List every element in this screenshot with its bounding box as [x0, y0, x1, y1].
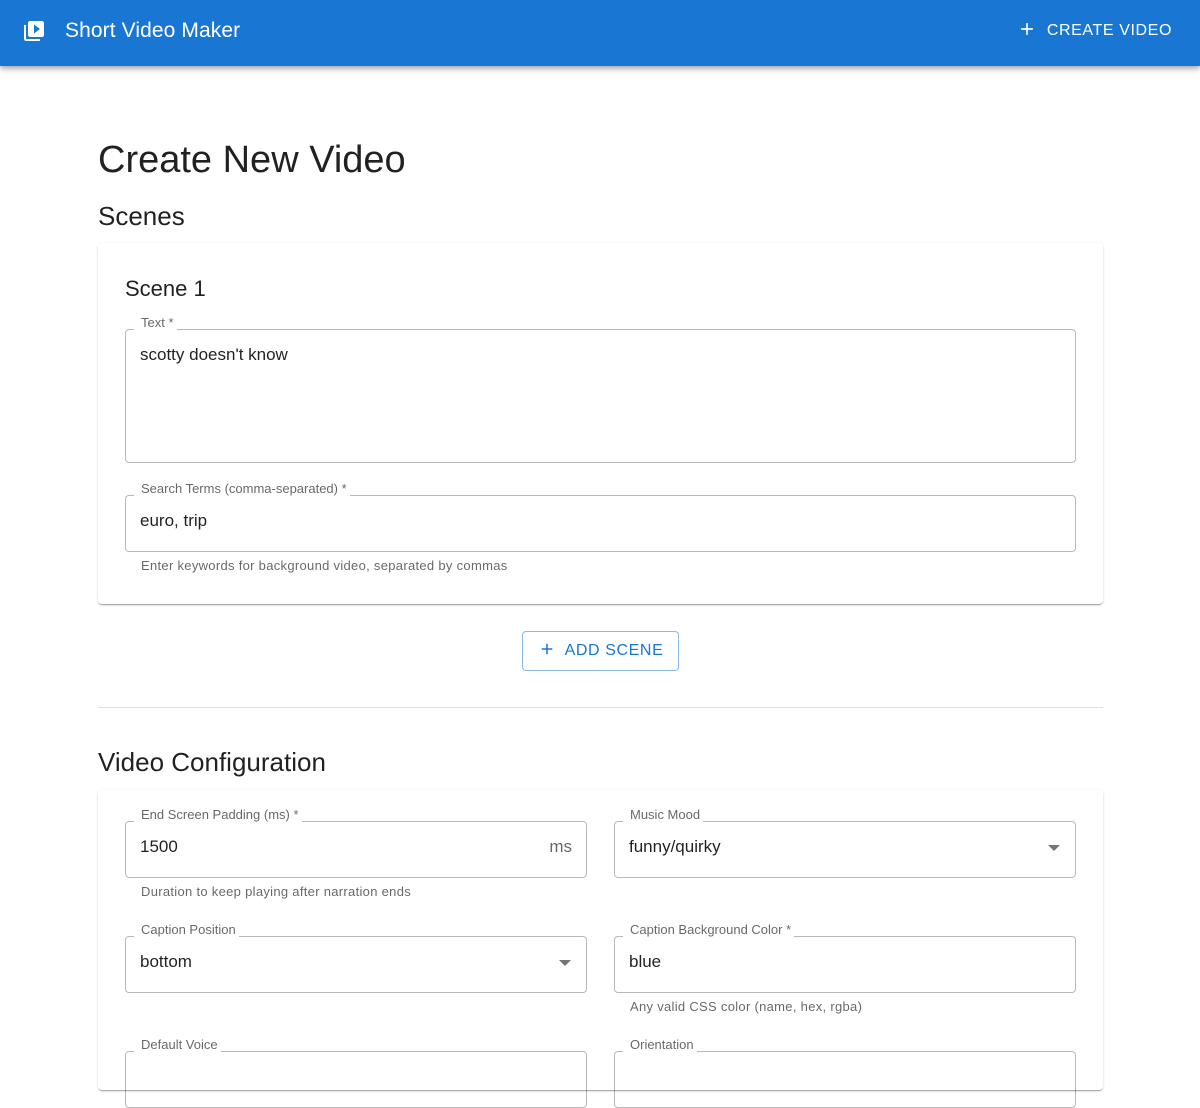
search-terms-field[interactable]: Search Terms (comma-separated) * Search …	[125, 481, 1076, 552]
add-scene-button[interactable]: ADD SCENE	[522, 631, 679, 671]
chevron-down-icon[interactable]	[559, 960, 571, 966]
scene-text-label: Text *	[139, 315, 176, 331]
field-outline: End Screen Padding (ms) *	[125, 816, 587, 878]
field-outline: Caption Background Color *	[614, 931, 1076, 993]
default-voice-select[interactable]: Default Voice Default Voice	[125, 1037, 587, 1108]
scene-card: Scene 1 Text * Text * scotty doesn't kno…	[98, 243, 1103, 604]
music-mood-label: Music Mood	[628, 807, 703, 823]
create-video-button[interactable]: CREATE VIDEO	[1005, 12, 1184, 50]
search-terms-input[interactable]: euro, trip	[140, 509, 207, 533]
video-library-icon	[22, 19, 46, 43]
end-padding-input[interactable]: 1500	[140, 835, 178, 859]
app-title: Short Video Maker	[65, 19, 241, 42]
plus-icon	[538, 640, 556, 663]
search-terms-label: Search Terms (comma-separated) *	[139, 481, 349, 497]
end-padding-label: End Screen Padding (ms) *	[139, 807, 301, 823]
end-padding-field[interactable]: End Screen Padding (ms) * End Screen Pad…	[125, 807, 587, 878]
orientation-select[interactable]: Orientation Orientation	[614, 1037, 1076, 1108]
orientation-label: Orientation	[628, 1037, 696, 1053]
default-voice-label: Default Voice	[139, 1037, 220, 1053]
chevron-down-icon[interactable]	[1048, 845, 1060, 851]
scene-title: Scene 1	[125, 276, 206, 301]
video-config-card: End Screen Padding (ms) * End Screen Pad…	[98, 790, 1103, 1108]
add-scene-label: ADD SCENE	[564, 642, 664, 659]
caption-bg-color-label: Caption Background Color *	[628, 922, 794, 938]
end-padding-helper: Duration to keep playing after narration…	[141, 884, 412, 899]
caption-position-select[interactable]: Caption Position Caption Position bottom	[125, 922, 587, 993]
video-config-heading: Video Configuration	[98, 747, 326, 777]
plus-icon	[1017, 19, 1037, 44]
search-terms-helper: Enter keywords for background video, sep…	[141, 558, 508, 573]
caption-position-label: Caption Position	[139, 922, 238, 938]
scene-text-input[interactable]: scotty doesn't know	[140, 343, 288, 367]
scene-text-field[interactable]: Text * Text * scotty doesn't know	[125, 315, 1076, 463]
caption-bg-color-field[interactable]: Caption Background Color * Caption Backg…	[614, 922, 1076, 993]
field-outline: Default Voice	[125, 1046, 587, 1108]
caption-bg-color-helper: Any valid CSS color (name, hex, rgba)	[630, 999, 863, 1014]
field-outline: Orientation	[614, 1046, 1076, 1108]
section-divider	[98, 707, 1103, 708]
app-bar: Short Video Maker CREATE VIDEO	[0, 0, 1200, 66]
caption-bg-color-input[interactable]: blue	[629, 950, 661, 974]
page-title: Create New Video	[98, 139, 406, 181]
music-mood-select[interactable]: Music Mood Music Mood funny/quirky	[614, 807, 1076, 878]
end-padding-unit: ms	[549, 837, 572, 856]
scenes-heading: Scenes	[98, 201, 185, 231]
field-outline: Search Terms (comma-separated) *	[125, 490, 1076, 552]
caption-position-value[interactable]: bottom	[140, 950, 192, 974]
field-outline: Caption Position	[125, 931, 587, 993]
music-mood-value[interactable]: funny/quirky	[629, 835, 721, 859]
create-video-label: CREATE VIDEO	[1046, 22, 1172, 39]
